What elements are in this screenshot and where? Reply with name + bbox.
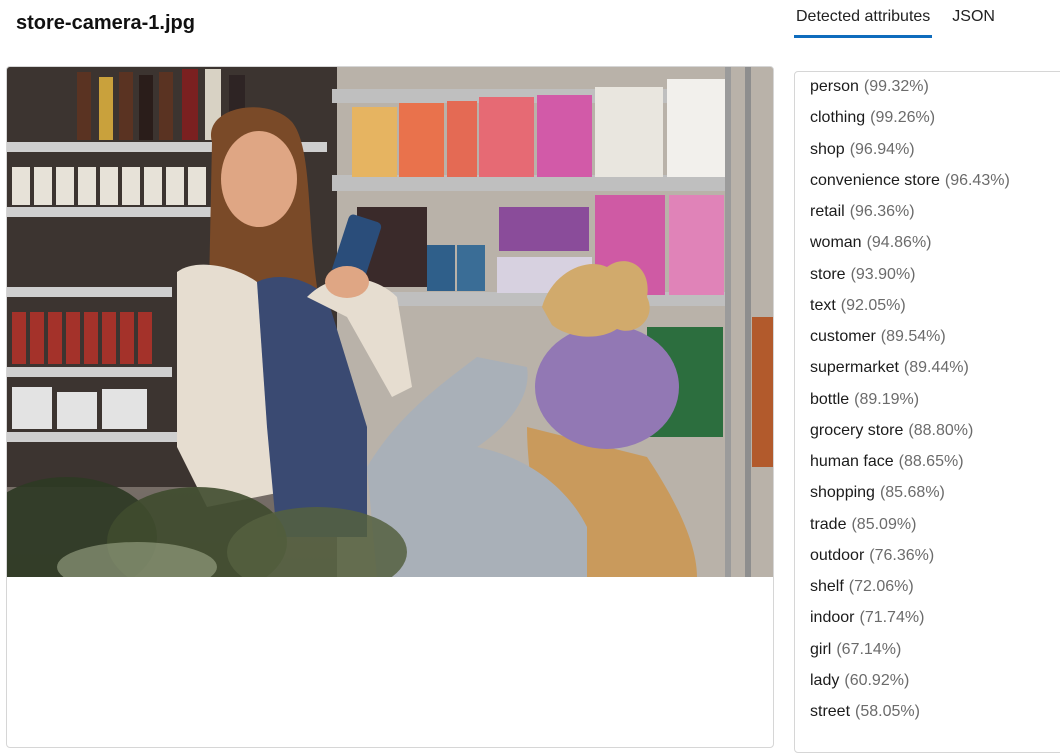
attribute-confidence: (72.06%): [848, 578, 914, 595]
shelf-rail-left-3: [7, 287, 172, 297]
attribute-item: store (93.90%): [810, 265, 1010, 296]
attribute-name: text: [810, 296, 836, 314]
attribute-confidence: (60.92%): [844, 671, 910, 689]
attribute-item: clothing (99.26%): [810, 108, 1010, 139]
attribute-name: shelf: [810, 578, 844, 595]
attribute-confidence: (92.05%): [840, 296, 906, 314]
attribute-confidence: (99.32%): [863, 78, 929, 95]
attribute-item: customer (89.54%): [810, 327, 1010, 358]
attribute-item: shelf (72.06%): [810, 577, 1010, 608]
woman-hand: [325, 266, 369, 298]
woman-face: [221, 131, 297, 227]
attribute-name: shopping: [810, 484, 875, 502]
shelf-upright: [725, 67, 731, 577]
file-title: store-camera-1.jpg: [16, 12, 195, 34]
attribute-name: supermarket: [810, 359, 899, 377]
attribute-confidence: (76.36%): [869, 546, 935, 564]
attribute-name: girl: [810, 640, 832, 658]
jars-left: [12, 167, 206, 205]
attribute-name: person: [810, 78, 859, 95]
attribute-name: convenience store: [810, 171, 940, 189]
shelf-rail-left-2: [7, 207, 217, 217]
attribute-confidence: (85.68%): [879, 484, 945, 502]
attribute-name: street: [810, 703, 851, 720]
attribute-item: grocery store (88.80%): [810, 421, 1010, 452]
attribute-item: bottle (89.19%): [810, 390, 1010, 421]
attribute-name: shop: [810, 140, 845, 158]
attribute-name: bottle: [810, 390, 850, 408]
attribute-name: customer: [810, 328, 876, 345]
shelf-upright-2: [745, 67, 751, 577]
attribute-item: shop (96.94%): [810, 140, 1010, 171]
attribute-name: retail: [810, 203, 845, 220]
attribute-item: retail (96.36%): [810, 202, 1010, 233]
attribute-confidence: (89.19%): [854, 390, 920, 408]
attribute-name: grocery store: [810, 421, 904, 439]
attribute-confidence: (93.90%): [850, 265, 916, 283]
attribute-item: convenience store (96.43%): [810, 171, 1010, 202]
attribute-confidence: (85.09%): [851, 515, 917, 533]
girl-hat: [535, 325, 679, 449]
attribute-item: lady (60.92%): [810, 671, 1010, 702]
attribute-item: supermarket (89.44%): [810, 358, 1010, 389]
view-tabs: Detected attributes JSON: [794, 0, 1015, 38]
attributes-panel[interactable]: person (99.32%) clothing (99.26%) shop (96.…: [794, 71, 1060, 753]
tab-detected-attributes[interactable]: Detected attributes: [794, 0, 933, 38]
attribute-item: human face (88.65%): [810, 452, 1010, 483]
attribute-confidence: (71.74%): [859, 609, 925, 627]
store-photo: [7, 67, 773, 577]
attribute-confidence: (96.43%): [944, 171, 1010, 189]
attribute-confidence: (99.26%): [870, 109, 936, 127]
attribute-name: woman: [810, 234, 862, 252]
attribute-confidence: (58.05%): [855, 703, 920, 720]
shelf-rail-right-2: [332, 175, 727, 191]
attribute-item: indoor (71.74%): [810, 608, 1010, 639]
image-preview-card: [6, 66, 774, 748]
attribute-confidence: (89.44%): [903, 359, 969, 377]
attribute-confidence: (88.80%): [908, 421, 974, 439]
attribute-confidence: (88.65%): [898, 453, 964, 470]
right-edge-box: [752, 317, 773, 467]
attribute-confidence: (96.36%): [849, 203, 915, 220]
attribute-confidence: (89.54%): [880, 328, 946, 345]
attribute-item: street (58.05%): [810, 702, 1010, 733]
attribute-confidence: (96.94%): [849, 140, 915, 158]
attribute-item: shopping (85.68%): [810, 483, 1010, 514]
attribute-item: text (92.05%): [810, 296, 1010, 327]
attributes-list: person (99.32%) clothing (99.26%) shop (96.…: [810, 77, 1010, 733]
attribute-name: indoor: [810, 609, 855, 627]
attribute-name: lady: [810, 671, 840, 689]
attribute-name: outdoor: [810, 546, 865, 564]
tab-json[interactable]: JSON: [950, 0, 997, 38]
packs-lower-left: [12, 387, 147, 429]
shelf-rail-left-5: [7, 432, 197, 442]
attribute-confidence: (94.86%): [866, 234, 932, 252]
attribute-item: outdoor (76.36%): [810, 546, 1010, 577]
attribute-name: trade: [810, 515, 847, 533]
attribute-name: human face: [810, 453, 894, 470]
attribute-name: clothing: [810, 109, 866, 127]
attribute-name: store: [810, 265, 846, 283]
shelf-rail-left-4: [7, 367, 172, 377]
attribute-item: woman (94.86%): [810, 233, 1010, 264]
attribute-confidence: (67.14%): [836, 640, 902, 658]
attribute-item: trade (85.09%): [810, 515, 1010, 546]
attribute-item: girl (67.14%): [810, 640, 1010, 671]
attribute-item: person (99.32%): [810, 77, 1010, 108]
